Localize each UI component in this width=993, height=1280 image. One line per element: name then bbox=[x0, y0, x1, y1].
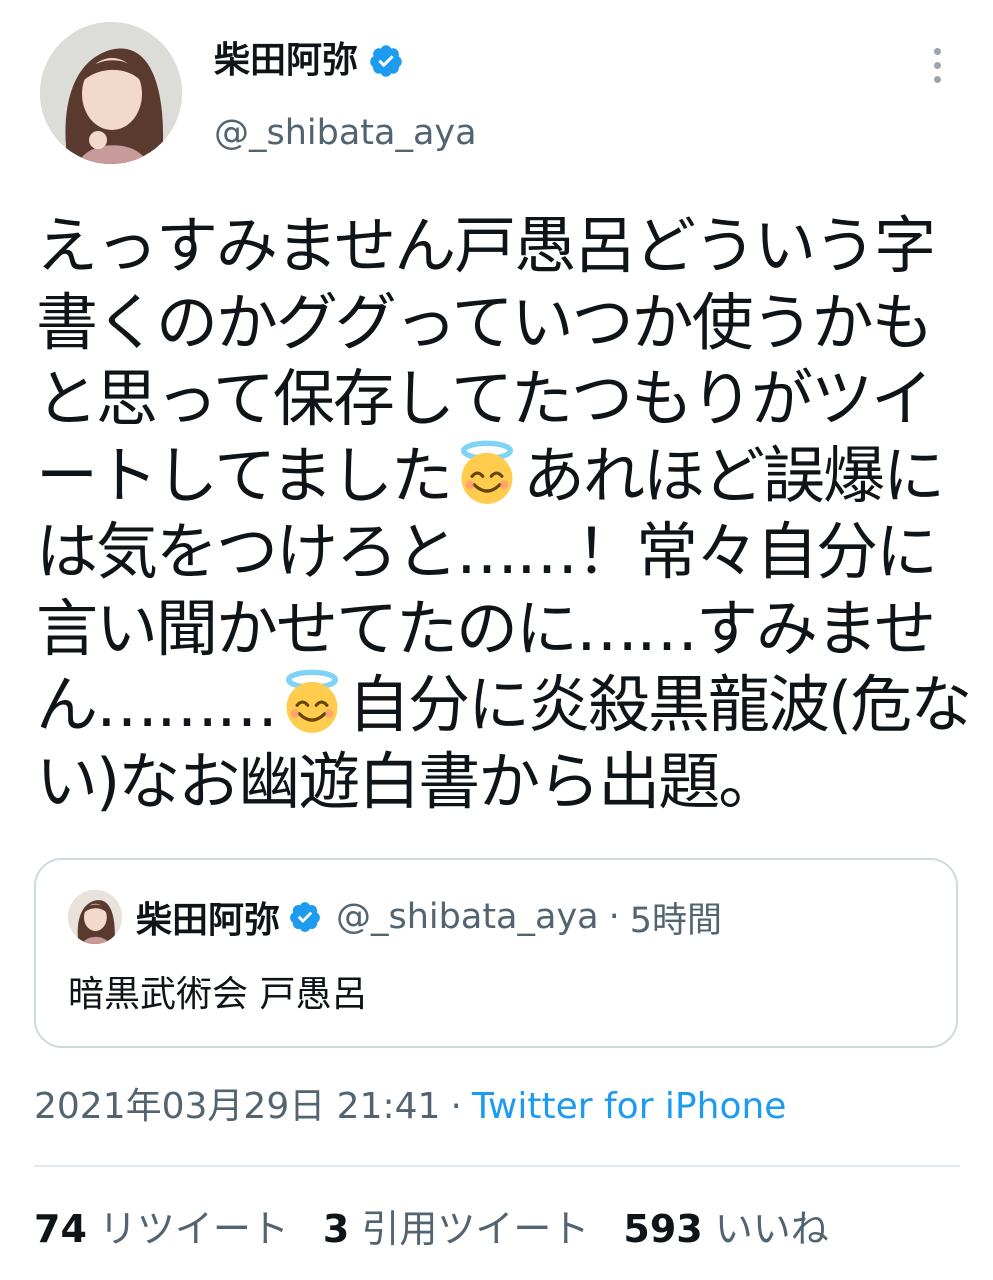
tweet-text-segment: ん……… bbox=[36, 668, 278, 741]
retweets-label: リツイート bbox=[98, 1207, 289, 1251]
quote-tweets-count: 3 bbox=[322, 1207, 350, 1251]
more-vertical-icon[interactable] bbox=[916, 44, 958, 86]
tweet-line: 言い聞かせてたのに……すみませ bbox=[36, 591, 936, 665]
likes-count: 593 bbox=[623, 1207, 703, 1251]
tweet-text-segment: あれほど誤爆に bbox=[523, 438, 945, 512]
tweet-line: ん……… 自分に炎殺黒龍波(危な bbox=[36, 667, 972, 744]
likes-stat[interactable]: 593 いいね bbox=[623, 1204, 828, 1254]
divider bbox=[34, 1165, 960, 1167]
likes-label: いいね bbox=[714, 1207, 829, 1251]
tweet-line: ートしてました あれほど誤爆に bbox=[36, 438, 971, 515]
tweet-line: は気をつけろと……！常々自分に bbox=[36, 515, 938, 588]
tweet-line: えっすみません戸愚呂どういう字 bbox=[36, 209, 936, 282]
tweet-meta: 2021年03月29日 21:41 · Twitter for iPhone bbox=[34, 1084, 786, 1130]
quote-author-name[interactable]: 柴田阿弥 bbox=[136, 891, 280, 943]
tweet-line: と思って保存してたつもりがツイ bbox=[36, 362, 933, 435]
tweet-line: い)なお幽遊白書から出題。 bbox=[36, 744, 780, 818]
smiling-face-with-halo-emoji bbox=[461, 440, 514, 504]
quoted-tweet-card[interactable]: 柴田阿弥 @_shibata_aya · 5時間 暗黒武術会 戸愚呂 bbox=[34, 858, 958, 1048]
retweets-count: 74 bbox=[34, 1207, 87, 1251]
quote-tweets-label: 引用ツイート bbox=[361, 1207, 590, 1251]
author-avatar[interactable] bbox=[40, 22, 182, 164]
verified-badge-icon bbox=[370, 45, 402, 77]
tweet-text-segment: 自分に炎殺黒龍波(危な bbox=[348, 668, 972, 741]
quote-text: 暗黒武術会 戸愚呂 bbox=[68, 974, 368, 1015]
quote-separator: · bbox=[608, 897, 620, 937]
tweet-text-segment: ートしてました bbox=[36, 438, 453, 512]
retweets-stat[interactable]: 74 リツイート bbox=[34, 1204, 289, 1254]
author-handle[interactable]: @_shibata_aya bbox=[214, 110, 477, 156]
smiling-face-with-halo-emoji bbox=[285, 669, 339, 733]
tweet-source-link[interactable]: Twitter for iPhone bbox=[472, 1086, 787, 1127]
quote-tweets-stat[interactable]: 3 引用ツイート bbox=[323, 1204, 589, 1254]
tweet-line: 書くのかググっていつか使うかも bbox=[36, 285, 934, 359]
meta-separator: · bbox=[450, 1086, 462, 1127]
tweet-stats: 74 リツイート 3 引用ツイート 593 いいね bbox=[34, 1204, 829, 1254]
tweet-timestamp[interactable]: 2021年03月29日 21:41 bbox=[34, 1086, 440, 1127]
quote-timestamp[interactable]: 5時間 bbox=[630, 892, 722, 943]
tweet-text: えっすみません戸愚呂どういう字 書くのかググっていつか使うかも と思って保存して… bbox=[36, 208, 972, 820]
quote-author-avatar[interactable] bbox=[68, 890, 122, 944]
quote-author-handle[interactable]: @_shibata_aya bbox=[336, 897, 599, 937]
verified-badge-icon bbox=[290, 902, 320, 932]
author-display-name[interactable]: 柴田阿弥 bbox=[214, 38, 358, 84]
